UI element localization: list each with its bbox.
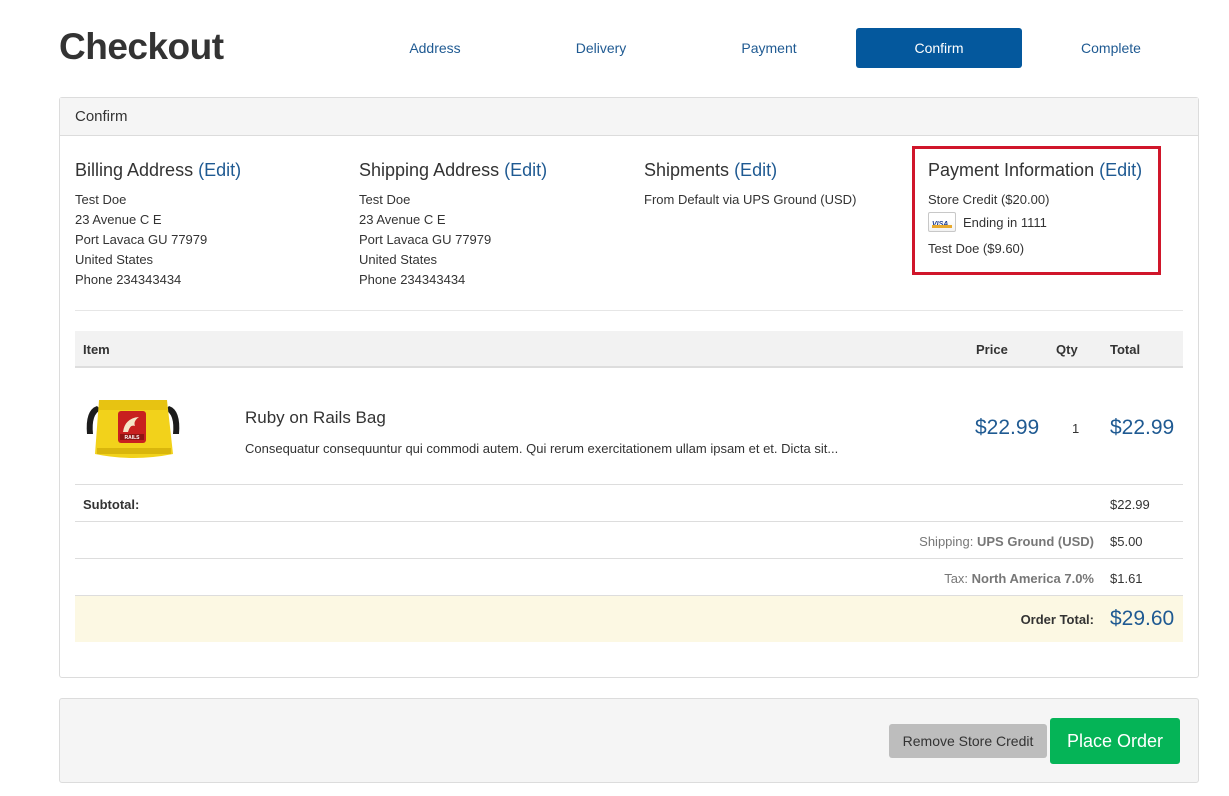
section-divider — [75, 310, 1183, 311]
header-total: Total — [1110, 342, 1141, 357]
store-credit-line: Store Credit ($20.00) — [928, 192, 1050, 207]
step-complete: Complete — [1081, 40, 1141, 56]
order-total-row: Order Total: $29.60 — [75, 596, 1183, 642]
header-qty: Qty — [1056, 342, 1078, 357]
payment-title: Payment Information (Edit) — [928, 160, 1143, 180]
shipments: Shipments (Edit) From Default via UPS Gr… — [644, 160, 914, 210]
order-total-label: Order Total: — [1020, 612, 1094, 627]
step-delivery[interactable]: Delivery — [518, 28, 684, 68]
visa-card-icon: VISA — [928, 211, 956, 232]
items-table-header: Item Price Qty Total — [75, 331, 1183, 368]
header-item: Item — [83, 342, 110, 357]
edit-payment-link[interactable]: (Edit) — [1099, 160, 1142, 180]
item-name[interactable]: Ruby on Rails Bag — [245, 408, 386, 428]
shipping-line: Phone 234343434 — [359, 272, 466, 287]
billing-line: Phone 234343434 — [75, 272, 182, 287]
items-table: Item Price Qty Total RAILS Ruby on Rails… — [75, 331, 1183, 642]
billing-line: 23 Avenue C E — [75, 212, 162, 227]
shipping-address: Shipping Address (Edit) Test Doe 23 Aven… — [359, 160, 629, 290]
place-order-button[interactable]: Place Order — [1050, 718, 1180, 764]
item-total: $22.99 — [1110, 416, 1175, 439]
shipping-line: United States — [359, 252, 438, 267]
shipments-title: Shipments (Edit) — [644, 160, 778, 180]
step-confirm[interactable]: Confirm — [856, 28, 1022, 68]
billing-title: Billing Address (Edit) — [75, 160, 242, 180]
subtotal-label: Subtotal: — [83, 497, 140, 512]
item-price: $22.99 — [975, 416, 1040, 439]
step-address[interactable]: Address — [352, 28, 518, 68]
subtotal-row: Subtotal: $22.99 — [75, 485, 1183, 522]
rails-bag-image: RAILS — [86, 400, 180, 458]
tax-value: $1.61 — [1110, 571, 1143, 586]
payment-information: Payment Information (Edit) Store Credit … — [928, 160, 1168, 259]
subtotal-value: $22.99 — [1110, 497, 1150, 512]
checkout-steps: Address Delivery Payment Confirm Complet… — [352, 28, 1198, 68]
edit-shipping-link[interactable]: (Edit) — [504, 160, 547, 180]
shipments-line: From Default via UPS Ground (USD) — [644, 192, 857, 207]
tax-label: Tax: North America 7.0% — [944, 571, 1094, 586]
panel-heading: Confirm — [60, 98, 1198, 136]
card-amount-line: Test Doe ($9.60) — [928, 240, 1025, 256]
item-qty: 1 — [1072, 421, 1080, 436]
card-ending: Ending in 1111 — [963, 215, 1047, 230]
confirm-panel: Confirm Billing Address (Edit) Test Doe … — [59, 97, 1199, 678]
page-title: Checkout — [59, 26, 224, 67]
shipping-title: Shipping Address (Edit) — [359, 160, 548, 180]
billing-line: United States — [75, 252, 154, 267]
billing-address: Billing Address (Edit) Test Doe 23 Avenu… — [75, 160, 345, 290]
header-price: Price — [976, 342, 1008, 357]
shipping-line: 23 Avenue C E — [359, 212, 446, 227]
order-total-value: $29.60 — [1110, 607, 1175, 630]
shipping-value: $5.00 — [1110, 534, 1143, 549]
billing-line: Test Doe — [75, 192, 127, 207]
table-row: RAILS Ruby on Rails Bag Consequatur cons… — [75, 368, 1183, 485]
edit-billing-link[interactable]: (Edit) — [198, 160, 241, 180]
checkout-actions: Remove Store Credit Place Order — [59, 698, 1199, 783]
svg-text:RAILS: RAILS — [125, 435, 141, 441]
shipping-row: Shipping: UPS Ground (USD) $5.00 — [75, 522, 1183, 559]
billing-line: Port Lavaca GU 77979 — [75, 232, 208, 247]
shipping-label: Shipping: UPS Ground (USD) — [919, 534, 1094, 549]
tax-row: Tax: North America 7.0% $1.61 — [75, 559, 1183, 596]
remove-store-credit-button[interactable]: Remove Store Credit — [889, 724, 1047, 758]
edit-shipments-link[interactable]: (Edit) — [734, 160, 777, 180]
shipping-line: Port Lavaca GU 77979 — [359, 232, 492, 247]
step-payment[interactable]: Payment — [686, 28, 852, 68]
shipping-line: Test Doe — [359, 192, 411, 207]
card-line: VISA Ending in 1111 — [928, 211, 1168, 234]
item-description: Consequatur consequuntur qui commodi aut… — [245, 441, 839, 456]
